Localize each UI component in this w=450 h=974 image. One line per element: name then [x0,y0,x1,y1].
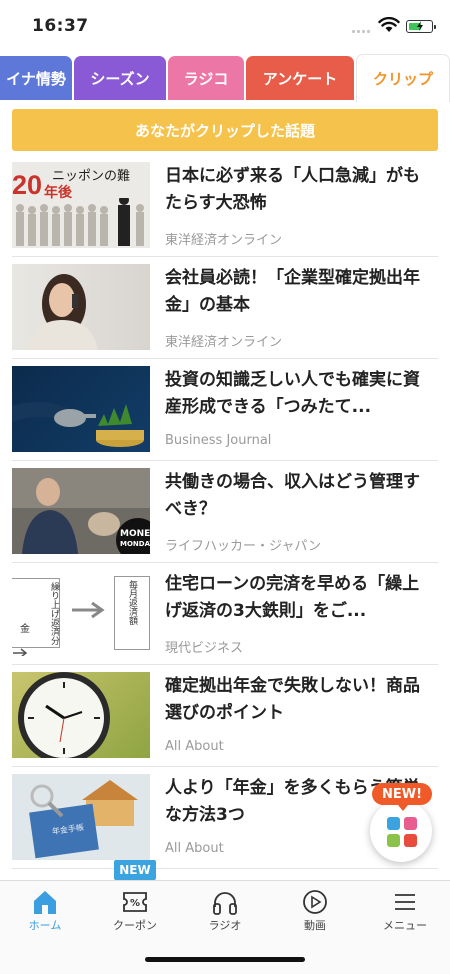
article-source: All About [165,841,224,856]
home-indicator [145,957,305,962]
nav-menu[interactable]: メニュー [360,881,450,941]
tab-radiko[interactable]: ラジコ [168,56,244,100]
article-item[interactable]: ニッポンの難 20 年後 日本に必ず来る「人口急減」がもたらす大恐怖 東洋経済オ… [12,155,438,257]
article-item[interactable]: 投資の知識乏しい人でも確実に資産形成できる「つみたて... Business J… [12,359,438,461]
new-badge: NEW! [372,783,432,811]
article-thumbnail [12,264,150,350]
tab-season[interactable]: シーズン [74,56,166,100]
nav-video[interactable]: 動画 [270,881,360,941]
nav-radio[interactable]: ラジオ [180,881,270,941]
status-bar: 16:37 [0,0,450,50]
coupon-new-badge: NEW [114,860,156,880]
category-tabs: イナ情勢 シーズン ラジコ アンケート クリップ [0,54,450,102]
grid-icon [387,817,417,847]
article-source: ライフハッカー・ジャパン [165,539,322,554]
headphones-icon [213,892,237,915]
article-title: 共働きの場合、収入はどう管理すべき？ [165,472,420,519]
tab-questionnaire[interactable]: アンケート [246,56,354,100]
svg-text:%: % [130,898,140,909]
article-title: 日本に必ず来る「人口急減」がもたらす大恐怖 [165,166,420,213]
article-thumbnail [12,366,150,452]
tab-inajousei[interactable]: イナ情勢 [0,56,72,100]
article-item[interactable]: MONEY MONDAY 共働きの場合、収入はどう管理すべき？ ライフハッカー・… [12,461,438,563]
wifi-icon [378,17,400,32]
article-title: 確定拠出年金で失敗しない！商品選びのポイント [165,676,420,723]
play-icon [303,890,327,914]
article-list: ニッポンの難 20 年後 日本に必ず来る「人口急減」がもたらす大恐怖 東洋経済オ… [0,155,450,880]
article-source: Business Journal [165,433,272,448]
article-thumbnail: 繰り上げ返済分 金 毎月返済額 [12,570,150,656]
article-title: 投資の知識乏しい人でも確実に資産形成できる「つみたて... [165,370,420,417]
article-item[interactable]: 会社員必読！「企業型確定拠出年金」の基本 東洋経済オンライン [12,257,438,359]
tab-clip[interactable]: クリップ [356,54,450,102]
home-icon [34,891,56,914]
article-source: 東洋経済オンライン [165,335,283,350]
article-source: 現代ビジネス [165,641,244,656]
status-time: 16:37 [32,16,89,36]
signal-icon [352,27,372,33]
article-source: 東洋経済オンライン [165,233,283,248]
article-source: All About [165,739,224,754]
article-title: 住宅ローンの完済を早める「繰上げ返済の3大鉄則」をご... [165,574,420,621]
coupon-icon: % [123,892,147,912]
article-title: 会社員必読！「企業型確定拠出年金」の基本 [165,268,420,315]
menu-icon [395,894,415,910]
nav-home[interactable]: ホーム [0,881,90,941]
article-item[interactable]: 確定拠出年金で失敗しない！商品選びのポイント All About [12,665,438,767]
nav-coupon[interactable]: % クーポン [90,881,180,941]
article-thumbnail: MONEY MONDAY [12,468,150,554]
battery-icon [406,20,436,33]
clipped-topics-banner: あなたがクリップした話題 [12,109,438,151]
article-thumbnail: ニッポンの難 20 年後 [12,162,150,248]
article-thumbnail [12,672,150,758]
article-item[interactable]: 繰り上げ返済分 金 毎月返済額 住宅ローンの完済を早める「繰上げ返済の3大鉄則」… [12,563,438,665]
article-thumbnail: 年金手帳 [12,774,150,860]
